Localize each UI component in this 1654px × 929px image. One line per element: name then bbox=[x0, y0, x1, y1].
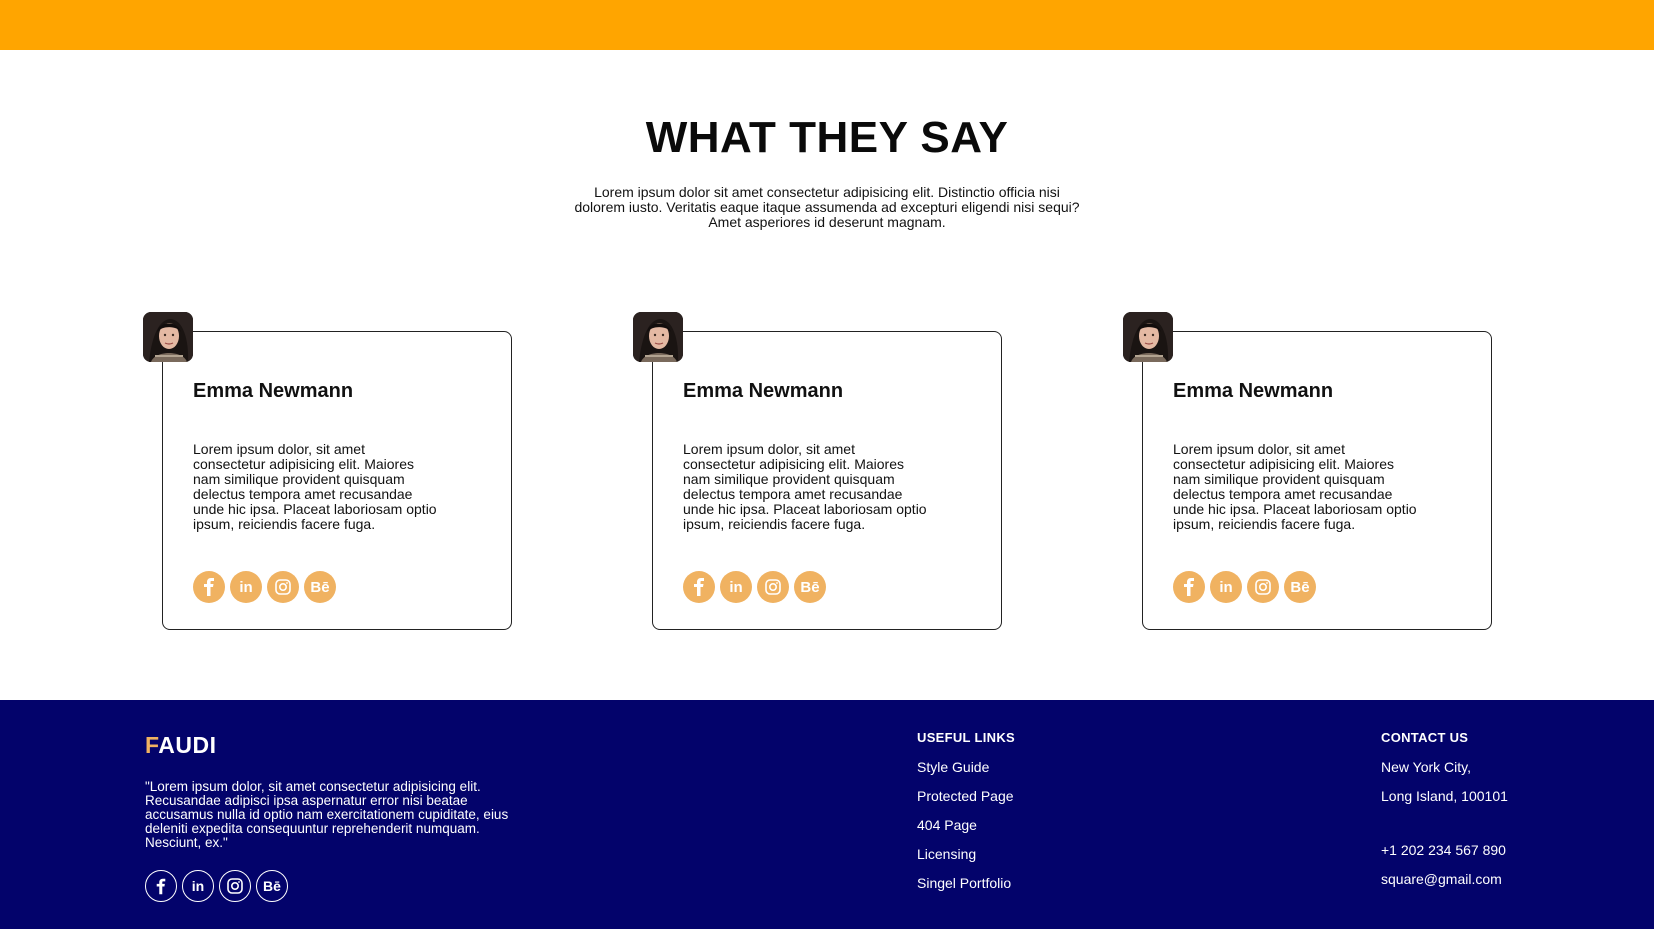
testimonial-name: Emma Newmann bbox=[1173, 380, 1334, 402]
avatar bbox=[633, 312, 683, 362]
behance-icon[interactable]: Bē bbox=[794, 571, 826, 603]
footer-link-404-page[interactable]: 404 Page bbox=[917, 817, 977, 833]
footer-socials: in Bē bbox=[145, 870, 288, 902]
footer: FAUDI "Lorem ipsum dolor, sit amet conse… bbox=[0, 700, 1654, 929]
logo-text: AUDI bbox=[158, 732, 217, 758]
facebook-icon[interactable] bbox=[193, 571, 225, 603]
testimonial-card: Emma Newmann Lorem ipsum dolor, sit amet… bbox=[1123, 312, 1492, 630]
contact-city: New York City, bbox=[1381, 759, 1471, 775]
testimonial-name: Emma Newmann bbox=[683, 380, 844, 402]
linkedin-icon[interactable]: in bbox=[1210, 571, 1242, 603]
linkedin-icon[interactable]: in bbox=[230, 571, 262, 603]
behance-icon[interactable]: Bē bbox=[304, 571, 336, 603]
avatar bbox=[1123, 312, 1173, 362]
facebook-icon[interactable] bbox=[1173, 571, 1205, 603]
footer-link-style-guide[interactable]: Style Guide bbox=[917, 759, 989, 775]
instagram-icon[interactable] bbox=[757, 571, 789, 603]
instagram-icon[interactable] bbox=[1247, 571, 1279, 603]
footer-logo[interactable]: FAUDI bbox=[145, 732, 217, 759]
logo-accent-letter: F bbox=[145, 732, 159, 758]
footer-link-singel-portfolio[interactable]: Singel Portfolio bbox=[917, 875, 1011, 891]
testimonial-quote: Lorem ipsum dolor, sit amet consectetur … bbox=[193, 441, 437, 532]
facebook-icon[interactable] bbox=[683, 571, 715, 603]
footer-link-protected-page[interactable]: Protected Page bbox=[917, 788, 1014, 804]
section-title: WHAT THEY SAY bbox=[645, 113, 1009, 162]
linkedin-icon[interactable]: in bbox=[720, 571, 752, 603]
testimonial-socials: in Bē bbox=[193, 571, 336, 603]
contact-title: CONTACT US bbox=[1381, 730, 1469, 745]
footer-link-licensing[interactable]: Licensing bbox=[917, 846, 976, 862]
testimonial-name: Emma Newmann bbox=[193, 380, 354, 402]
contact-phone[interactable]: +1 202 234 567 890 bbox=[1381, 842, 1506, 858]
behance-icon[interactable]: Bē bbox=[256, 870, 288, 902]
linkedin-icon[interactable]: in bbox=[182, 870, 214, 902]
testimonial-quote: Lorem ipsum dolor, sit amet consectetur … bbox=[1173, 441, 1417, 532]
testimonial-socials: in Bē bbox=[1173, 571, 1316, 603]
contact-address: Long Island, 100101 bbox=[1381, 788, 1508, 804]
testimonial-quote: Lorem ipsum dolor, sit amet consectetur … bbox=[683, 441, 927, 532]
instagram-icon[interactable] bbox=[267, 571, 299, 603]
footer-about-text: "Lorem ipsum dolor, sit amet consectetur… bbox=[145, 779, 509, 850]
facebook-icon[interactable] bbox=[145, 870, 177, 902]
useful-links-title: USEFUL LINKS bbox=[917, 730, 1015, 745]
instagram-icon[interactable] bbox=[219, 870, 251, 902]
contact-email[interactable]: square@gmail.com bbox=[1381, 871, 1502, 887]
testimonial-card: Emma Newmann Lorem ipsum dolor, sit amet… bbox=[143, 312, 512, 630]
behance-icon[interactable]: Bē bbox=[1284, 571, 1316, 603]
avatar bbox=[143, 312, 193, 362]
testimonial-socials: in Bē bbox=[683, 571, 826, 603]
top-banner bbox=[0, 0, 1654, 50]
testimonial-card: Emma Newmann Lorem ipsum dolor, sit amet… bbox=[633, 312, 1002, 630]
section-description: Lorem ipsum dolor sit amet consectetur a… bbox=[574, 184, 1080, 230]
